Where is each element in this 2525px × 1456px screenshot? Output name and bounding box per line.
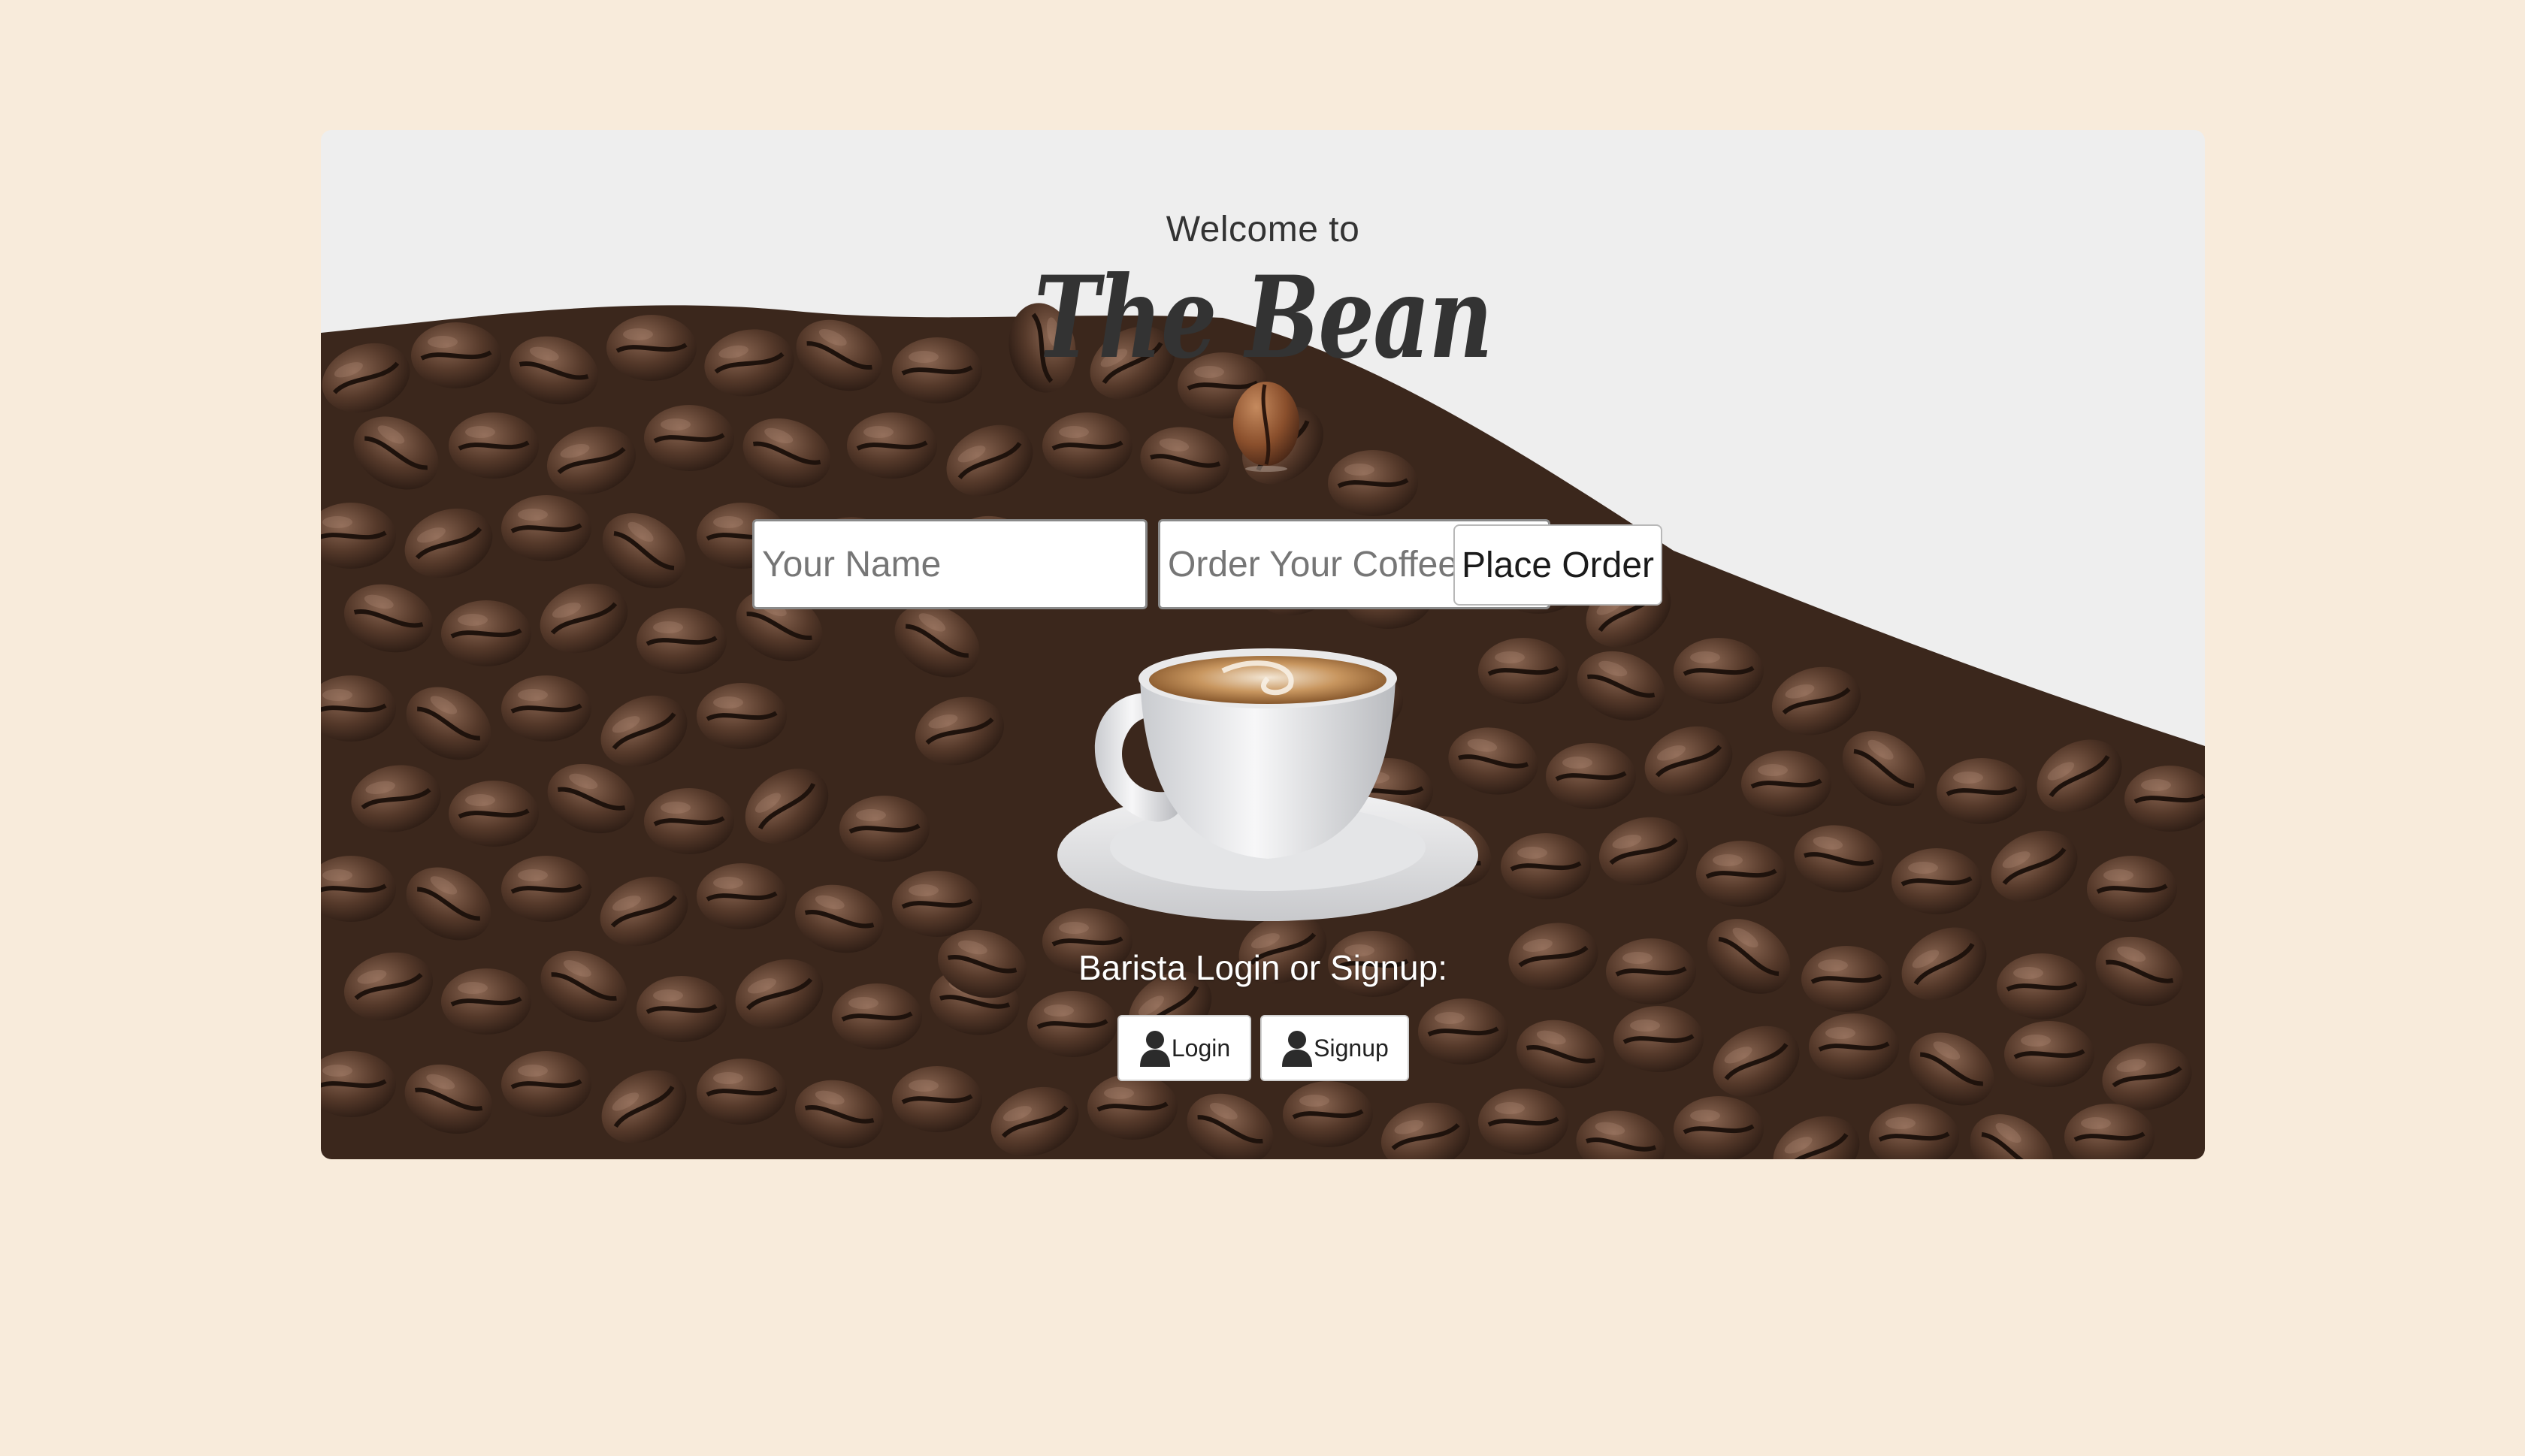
barista-prompt: Barista Login or Signup: [1078, 948, 1447, 987]
login-label: Login [1171, 1034, 1231, 1062]
welcome-text: Welcome to [1166, 210, 1360, 249]
brand-title: The Bean [1033, 252, 1493, 384]
user-icon [1139, 1031, 1170, 1067]
coffee-cup-image [1057, 648, 1478, 921]
place-order-button[interactable]: Place Order [1453, 524, 1662, 606]
signup-label: Signup [1314, 1034, 1389, 1062]
main-card: Welcome to The Bean Place Order [321, 130, 2205, 1159]
signup-button[interactable]: Signup [1260, 1015, 1409, 1081]
user-icon [1282, 1031, 1313, 1067]
login-button[interactable]: Login [1117, 1015, 1251, 1081]
name-input[interactable] [752, 519, 1148, 609]
coffee-bean-logo-icon [1233, 382, 1299, 472]
